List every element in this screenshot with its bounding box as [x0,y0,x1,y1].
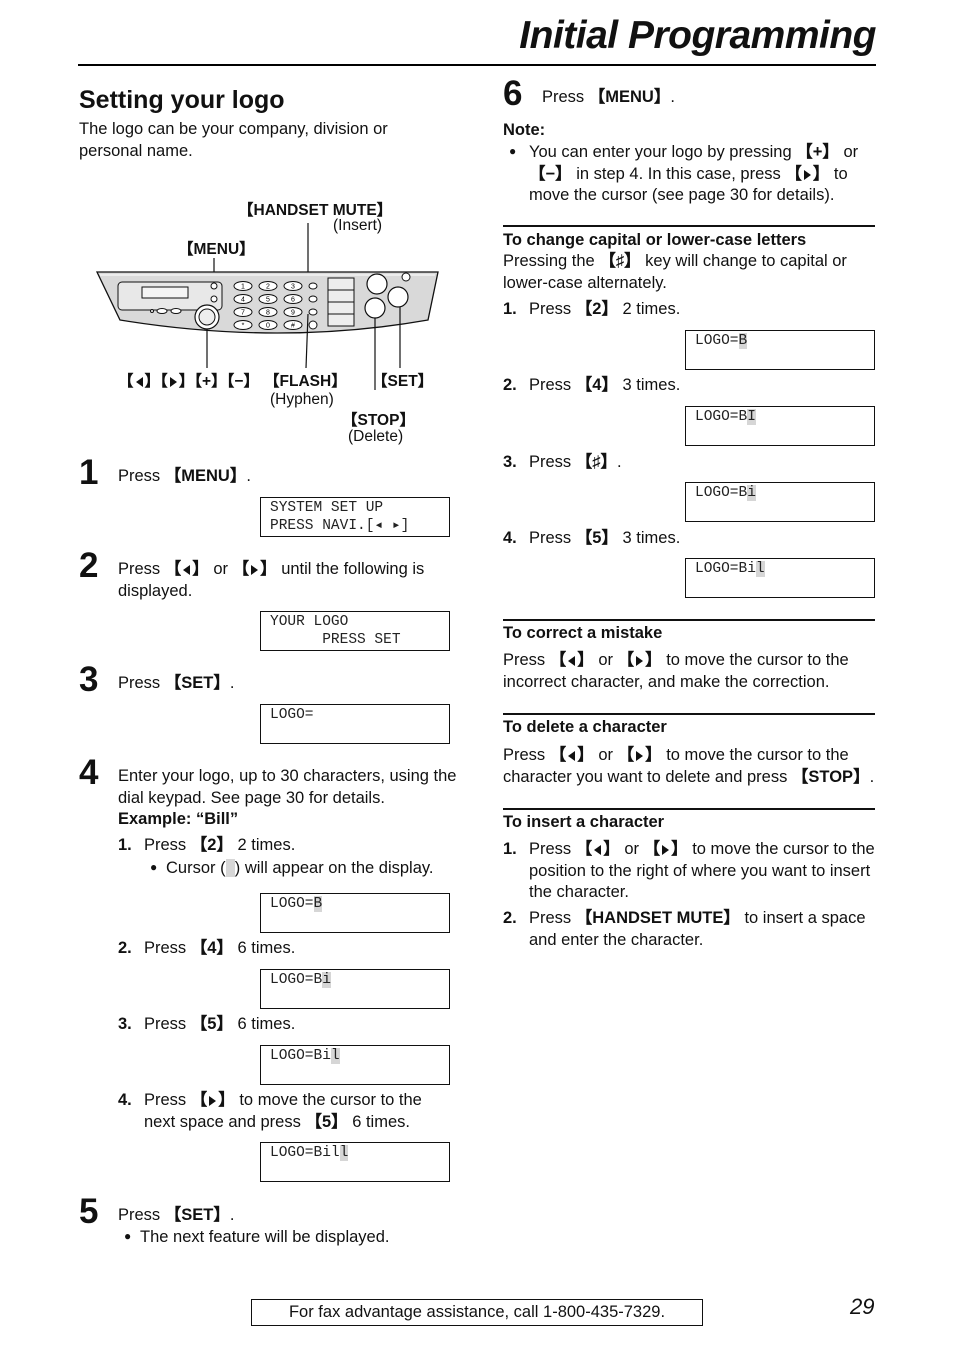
divider [503,225,875,227]
step-text: Press 【SET】. [118,1206,235,1224]
label-nav-keys: 【】【 】【+】【−】 [118,373,259,390]
page-number: 29 [850,1294,875,1319]
substep: 2. Press 【HANDSET MUTE】 to insert a space… [503,909,866,949]
keypad-key-label: # [291,323,295,330]
divider [503,808,875,810]
keypad-key-label: 4 [241,297,245,304]
step-text: Press 【MENU】. [118,467,251,485]
divider [503,619,875,621]
substep: 1. Press 【】 or 【】 to move the cursor to t… [503,840,875,901]
step-text: Press 【SET】. [118,674,235,692]
step-text: Press 【】 or 【】 until the following is di… [118,560,425,600]
lcd-display: LOGO=Bil [685,558,875,598]
step-number: 1 [79,453,99,492]
substep: 2. Press 【4】 3 times. [503,376,681,394]
substep: 2. Press 【4】 6 times. [118,939,296,957]
left-arrow-icon [183,565,191,575]
lcd-display: LOGO=B [260,893,450,933]
keypad-key-label: 9 [291,310,295,317]
right-arrow-icon [251,565,259,575]
lcd-display: YOUR LOGO PRESS SET [260,611,450,651]
bullet-icon: ● [509,144,517,158]
lcd-display: LOGO=Bi [260,969,450,1009]
step-number: 4 [79,753,99,792]
right-arrow-icon [209,1096,217,1106]
fax-panel-diagram: 【HANDSET MUTE】 (Insert) 【MENU】 123456789… [80,190,460,450]
keypad-key-label: 5 [266,297,270,304]
subsection-text: Press 【】 or 【】 to move the cursor to the… [503,746,875,786]
bullet-item: ● The next feature will be displayed. [124,1228,390,1246]
bullet-item: ● Cursor ( ) will appear on the display. [150,859,434,877]
keypad-key-label: 8 [266,310,270,317]
subsection-title: To correct a mistake [503,624,663,642]
keypad-key-label: 2 [266,284,270,291]
subsection-title: To change capital or lower-case letters [503,231,807,249]
lcd-display: LOGO=Bi [685,482,875,522]
keypad-key-label: 6 [291,297,295,304]
substep: 3. Press 【♯】. [503,453,622,471]
keypad-key-label: 1 [241,284,245,291]
substep: 1. Press 【2】 2 times. [118,836,296,854]
right-arrow-icon [636,656,644,666]
left-arrow-icon [568,751,576,761]
step-number: 6 [503,74,523,113]
subsection-text: Press 【】 or 【】 to move the cursor to the… [503,651,849,691]
bullet-icon: ● [150,860,158,874]
label-flash: 【FLASH】 [264,373,347,390]
substep: 3. Press 【5】 6 times. [118,1015,296,1033]
substep: 4. Press 【】 to move the cursor to the nex… [118,1091,422,1131]
cursor-swatch [225,859,235,877]
lcd-display: SYSTEM SET UP PRESS NAVI.[◂ ▸] [260,497,450,537]
step-number: 3 [79,660,99,699]
right-arrow-icon [169,377,177,387]
lcd-display: LOGO= [260,704,450,744]
left-arrow-icon [594,845,602,855]
keypad-key-label: * [242,323,245,330]
left-arrow-icon [135,377,143,387]
subsection-title: To delete a character [503,718,667,736]
keypad-key-label: 3 [291,284,295,291]
title-rule [78,64,876,66]
right-arrow-icon [636,751,644,761]
bullet-icon: ● [124,1229,132,1243]
step-number: 5 [79,1192,99,1231]
label-set: 【SET】 [372,373,434,390]
lcd-display: LOGO=BI [685,406,875,446]
page-title: Initial Programming [519,14,876,57]
subsection-title: To insert a character [503,813,665,831]
label-delete: (Delete) [348,428,404,445]
section-title: Setting your logo [79,86,285,114]
step-text: Press 【MENU】. [542,88,675,106]
right-arrow-icon [662,845,670,855]
footer-assistance: For fax advantage assistance, call 1-800… [251,1299,703,1326]
lcd-display: LOGO=Bil [260,1045,450,1085]
intro-text: The logo can be your company, division o… [79,120,388,160]
label-hyphen: (Hyphen) [270,391,334,408]
divider [503,713,875,715]
left-arrow-icon [568,656,576,666]
keypad-key-label: 0 [266,323,270,330]
step-text: Enter your logo, up to 30 characters, us… [118,767,457,828]
substep: 4. Press 【5】 3 times. [503,529,681,547]
keypad-key-label: 7 [241,310,245,317]
right-arrow-icon [803,169,811,180]
substep: 1. Press 【2】 2 times. [503,300,681,318]
note-title: Note: [503,121,546,139]
label-stop: 【STOP】 [342,412,415,429]
lcd-display: LOGO=Bill [260,1142,450,1182]
note-bullet: ● You can enter your logo by pressing 【+】… [509,143,859,204]
step-number: 2 [79,546,99,585]
subsection-text: Pressing the 【♯】 key will change to capi… [503,252,847,292]
lcd-display: LOGO=B [685,330,875,370]
